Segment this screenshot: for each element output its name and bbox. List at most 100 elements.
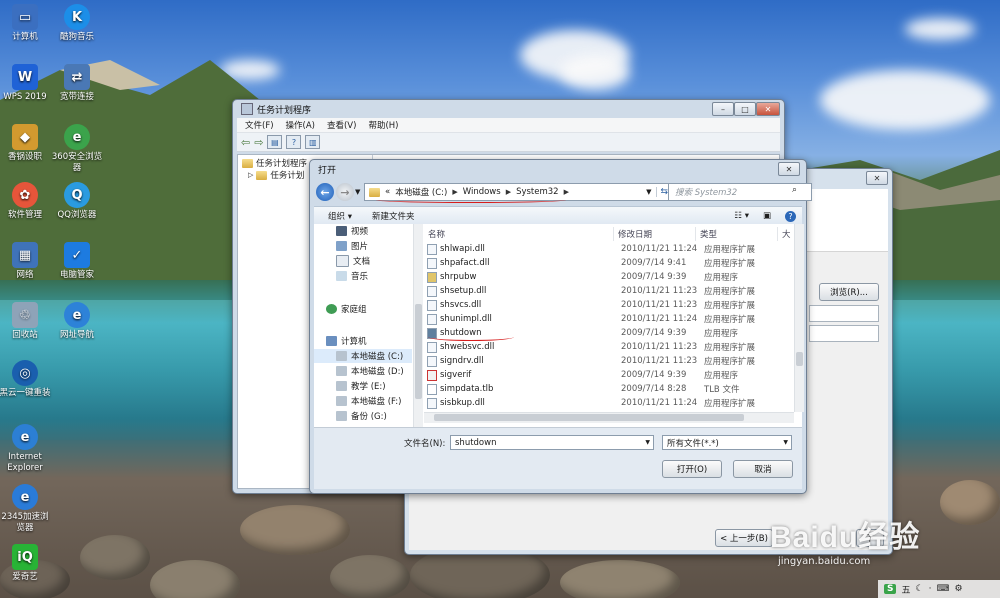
desktop-icon-recycle-bin[interactable]: ♲ 回收站 — [0, 302, 52, 341]
nav-item-computer[interactable]: 计算机 — [314, 334, 412, 348]
file-row[interactable]: shwebsvc.dll 2010/11/21 11:23 应用程序扩展 — [424, 340, 794, 354]
wizard-close-button[interactable]: ✕ — [866, 171, 888, 185]
menu-file[interactable]: 文件(F) — [245, 119, 274, 131]
scroll-thumb[interactable] — [415, 304, 422, 399]
menu-view[interactable]: 查看(V) — [327, 119, 356, 131]
forward-arrow-icon[interactable]: ⇨ — [254, 136, 263, 149]
dropdown-arrow-icon[interactable]: ▼ — [645, 439, 650, 446]
open-button[interactable]: 打开(O) — [662, 460, 722, 478]
cancel-button[interactable]: 取消 — [733, 460, 793, 478]
file-row[interactable]: simpdata.tlb 2009/7/14 8:28 TLB 文件 — [424, 382, 794, 396]
file-row[interactable]: shsvcs.dll 2010/11/21 11:23 应用程序扩展 — [424, 298, 794, 312]
minimize-button[interactable]: – — [712, 102, 734, 116]
moon-icon[interactable]: ☾ — [916, 584, 924, 594]
nav-item-documents[interactable]: 文档 — [314, 254, 412, 268]
file-list-scrollbar[interactable] — [794, 224, 804, 412]
breadcrumb-arrow-icon[interactable]: ▶ — [506, 188, 511, 196]
history-dropdown-icon[interactable]: ▼ — [355, 188, 360, 196]
sogou-ime-icon[interactable]: S — [884, 584, 897, 594]
task-scheduler-titlebar[interactable]: 任务计划程序 — [233, 100, 784, 118]
keyboard-icon[interactable]: ⌨ — [936, 584, 949, 594]
menu-help[interactable]: 帮助(H) — [368, 119, 398, 131]
horizontal-scrollbar[interactable] — [424, 412, 794, 423]
file-row[interactable]: shlwapi.dll 2010/11/21 11:24 应用程序扩展 — [424, 242, 794, 256]
file-row[interactable]: shrpubw 2009/7/14 9:39 应用程序 — [424, 270, 794, 284]
breadcrumb-arrow-icon[interactable]: ▶ — [452, 188, 457, 196]
desktop-icon-qq-browser[interactable]: Q QQ浏览器 — [50, 182, 104, 221]
file-row[interactable]: signdrv.dll 2010/11/21 11:23 应用程序扩展 — [424, 354, 794, 368]
breadcrumb-arrow-icon[interactable]: ▶ — [564, 188, 569, 196]
preview-pane-icon[interactable]: ▣ — [763, 211, 771, 221]
desktop-icon-app[interactable]: ◆ 香锅设职 — [0, 124, 52, 163]
breadcrumb-overflow[interactable]: « — [385, 187, 390, 197]
maximize-button[interactable]: □ — [734, 102, 756, 116]
desktop-icon-360-browser[interactable]: e 360安全浏览器 — [50, 124, 104, 174]
organize-button[interactable]: 组织 ▾ — [328, 210, 352, 222]
desktop-icon-pc-manager[interactable]: ✓ 电脑管家 — [50, 242, 104, 281]
nav-item-videos[interactable]: 视频 — [314, 224, 412, 238]
breadcrumb-item[interactable]: Windows — [463, 187, 501, 197]
dropdown-arrow-icon[interactable]: ▼ — [783, 439, 788, 446]
open-dialog-titlebar[interactable]: 打开 — [310, 160, 806, 178]
column-header-name[interactable]: 名称 — [424, 227, 614, 241]
search-input[interactable]: 搜索 System32 — [668, 183, 812, 201]
desktop-icon-wps[interactable]: W WPS 2019 — [0, 64, 52, 103]
desktop-icon-reinstall[interactable]: ◎ 黑云一键重装 — [0, 360, 52, 399]
console-tree-icon[interactable]: ▤ — [267, 135, 283, 149]
column-header-date[interactable]: 修改日期 — [614, 227, 696, 241]
ime-mode-icon[interactable]: 五 — [901, 583, 910, 596]
expand-arrow-icon[interactable]: ▷ — [248, 171, 253, 179]
new-folder-button[interactable]: 新建文件夹 — [372, 210, 415, 222]
navigation-pane: 视频 图片 文档 音乐 家庭组 计算机 本地磁盘 (C:) 本地磁盘 (D:) … — [314, 224, 412, 427]
nav-item-drive-g[interactable]: 备份 (G:) — [314, 409, 412, 423]
scroll-thumb[interactable] — [434, 414, 744, 421]
desktop-icon-software-manager[interactable]: ✿ 软件管理 — [0, 182, 52, 221]
navigation-scrollbar[interactable] — [413, 224, 423, 427]
nav-item-drive-d[interactable]: 本地磁盘 (D:) — [314, 364, 412, 378]
file-row[interactable]: shpafact.dll 2009/7/14 9:41 应用程序扩展 — [424, 256, 794, 270]
desktop-icon-2345-browser[interactable]: e 2345加速浏览器 — [0, 484, 52, 534]
punctuation-icon[interactable]: · — [929, 584, 932, 594]
desktop-icon-computer[interactable]: ▭ 计算机 — [0, 4, 52, 43]
desktop-icon-iqiyi[interactable]: iQ 爱奇艺 — [0, 544, 52, 583]
settings-icon[interactable]: ⚙ — [954, 584, 962, 594]
action-pane-icon[interactable]: ▥ — [305, 135, 321, 149]
desktop-icon-ie[interactable]: e Internet Explorer — [0, 424, 52, 474]
arguments-field[interactable] — [809, 305, 879, 322]
nav-item-drive-f[interactable]: 本地磁盘 (F:) — [314, 394, 412, 408]
desktop-icon-web-nav[interactable]: e 网址导航 — [50, 302, 104, 341]
close-button[interactable]: ✕ — [756, 102, 780, 116]
file-row[interactable]: sigverif 2009/7/14 9:39 应用程序 — [424, 368, 794, 382]
filetype-select[interactable]: 所有文件(*.*) ▼ — [662, 435, 792, 450]
nav-item-homegroup[interactable]: 家庭组 — [314, 302, 412, 316]
desktop-icon-network[interactable]: ▦ 网络 — [0, 242, 52, 281]
nav-item-drive-c[interactable]: 本地磁盘 (C:) — [314, 349, 412, 363]
nav-item-drive-e[interactable]: 教学 (E:) — [314, 379, 412, 393]
forward-icon[interactable]: → — [336, 183, 354, 201]
breadcrumb-item[interactable]: System32 — [516, 187, 559, 197]
file-row[interactable]: shsetup.dll 2010/11/21 11:23 应用程序扩展 — [424, 284, 794, 298]
column-header-size[interactable]: 大 — [778, 227, 794, 241]
help-icon[interactable]: ? — [785, 210, 796, 222]
address-dropdown-icon[interactable]: ▼ — [646, 188, 651, 196]
file-row[interactable]: sisbkup.dll 2010/11/21 11:24 应用程序扩展 — [424, 396, 794, 410]
back-button[interactable]: < 上一步(B) — [715, 529, 773, 547]
file-row[interactable]: shunimpl.dll 2010/11/21 11:24 应用程序扩展 — [424, 312, 794, 326]
menu-action[interactable]: 操作(A) — [286, 119, 315, 131]
desktop-icon-kugou[interactable]: K 酷狗音乐 — [50, 4, 104, 43]
scroll-thumb[interactable] — [796, 352, 803, 366]
computer-icon: ▭ — [12, 4, 38, 30]
filename-input[interactable]: shutdown ▼ — [450, 435, 654, 450]
view-options-icon[interactable]: ☷ ▾ — [734, 211, 749, 221]
dll-file-icon — [427, 355, 437, 367]
back-arrow-icon[interactable]: ⇦ — [241, 136, 250, 149]
back-icon[interactable]: ← — [316, 183, 334, 201]
dialog-close-button[interactable]: ✕ — [778, 162, 800, 176]
column-header-type[interactable]: 类型 — [696, 227, 778, 241]
desktop-icon-broadband[interactable]: ⇄ 宽带连接 — [50, 64, 104, 103]
browse-button[interactable]: 浏览(R)... — [819, 283, 879, 301]
start-in-field[interactable] — [809, 325, 879, 342]
nav-item-music[interactable]: 音乐 — [314, 269, 412, 283]
nav-item-pictures[interactable]: 图片 — [314, 239, 412, 253]
help-icon[interactable]: ? — [286, 135, 302, 149]
